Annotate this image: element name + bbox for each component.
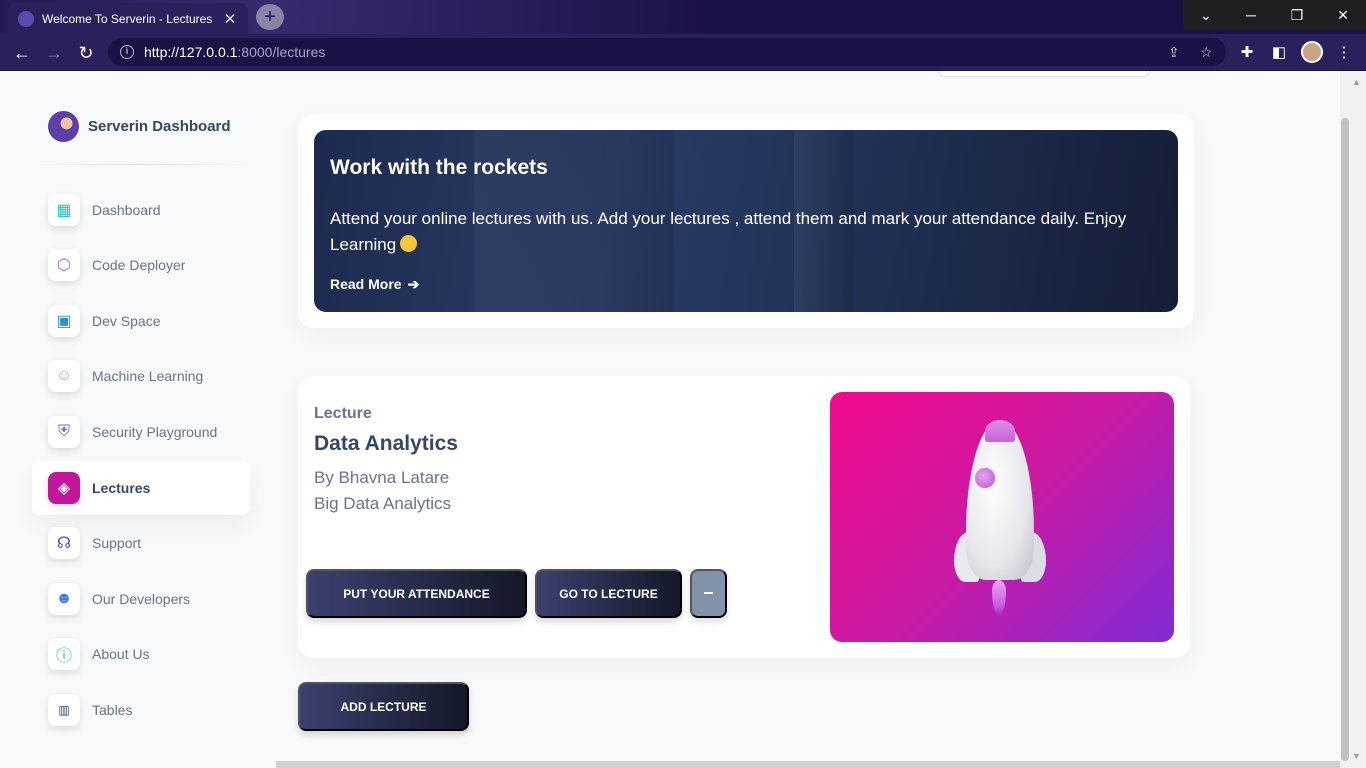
lecture-card: Lecture Data Analytics By Bhavna Latare … xyxy=(298,376,1190,658)
vertical-scrollbar-thumb[interactable] xyxy=(1341,118,1349,761)
top-element-fragment xyxy=(938,71,1150,77)
forward-icon[interactable]: → xyxy=(41,40,67,66)
developer-icon: ☻ xyxy=(48,583,80,615)
dashboard-grid-icon: ▦ xyxy=(48,194,80,226)
profile-avatar[interactable] xyxy=(1301,41,1323,63)
brand[interactable]: Serverin Dashboard xyxy=(48,111,231,142)
sidebar-item-label: Dashboard xyxy=(92,202,161,218)
sidebar-item-lectures[interactable]: ◈ Lectures xyxy=(32,461,250,515)
address-bar[interactable]: i http://127.0.0.1:8000/lectures ⇪ ☆ xyxy=(108,38,1226,66)
url-text: http://127.0.0.1:8000/lectures xyxy=(144,44,326,60)
sidebar-item-dashboard[interactable]: ▦ Dashboard xyxy=(32,183,250,237)
info-icon: ⓘ xyxy=(48,638,80,670)
site-info-icon[interactable]: i xyxy=(120,45,134,59)
reload-icon[interactable]: ↻ xyxy=(73,40,99,66)
rocket-illustration xyxy=(830,392,1174,642)
tab-title: Welcome To Serverin - Lectures xyxy=(42,11,213,26)
sidebar-item-label: Our Developers xyxy=(92,591,191,607)
lecture-kicker: Lecture xyxy=(314,405,372,422)
read-more-link[interactable]: Read More ➔ xyxy=(330,276,419,293)
close-window-icon[interactable]: ✕ xyxy=(1320,0,1366,30)
arrow-right-icon: ➔ xyxy=(407,276,420,292)
lectures-icon: ◈ xyxy=(48,472,80,504)
add-lecture-button[interactable]: ADD LECTURE xyxy=(298,682,469,731)
tab-close-icon[interactable]: ✕ xyxy=(222,10,238,28)
sidebar-item-dev-space[interactable]: ▣ Dev Space xyxy=(32,294,250,348)
lecture-author: By Bhavna Latare xyxy=(314,468,450,487)
hero-card: Work with the rockets Attend your online… xyxy=(298,114,1194,328)
sidebar-item-security-playground[interactable]: ⛨ Security Playground xyxy=(32,405,250,459)
restore-icon[interactable]: ❐ xyxy=(1274,0,1320,30)
side-panel-icon[interactable]: ◧ xyxy=(1269,43,1289,61)
page: Serverin Dashboard ▦ Dashboard ⬡ Code De… xyxy=(0,71,1340,768)
sidebar-item-label: Code Deployer xyxy=(92,257,186,273)
sidebar-item-label: Machine Learning xyxy=(92,368,204,384)
tab-search-icon[interactable]: ⌄ xyxy=(1183,0,1229,30)
bookmark-star-icon[interactable]: ☆ xyxy=(1200,44,1213,61)
sidebar-item-label: About Us xyxy=(92,646,150,662)
sidebar-item-label: Support xyxy=(92,535,142,551)
sidebar-item-about-us[interactable]: ⓘ About Us xyxy=(32,627,250,681)
browser-tab[interactable]: Welcome To Serverin - Lectures ✕ xyxy=(8,3,248,34)
minimize-icon[interactable]: ─ xyxy=(1228,0,1274,30)
headset-icon: ☊ xyxy=(48,527,80,559)
remove-lecture-button[interactable]: − xyxy=(690,569,727,618)
put-attendance-button[interactable]: PUT YOUR ATTENDANCE xyxy=(306,569,527,618)
sidebar-item-label: Security Playground xyxy=(92,424,218,440)
new-tab-button[interactable]: + xyxy=(256,4,284,30)
extensions-icon[interactable]: ✚ xyxy=(1237,43,1257,61)
machine-learning-icon: ☺ xyxy=(48,360,80,392)
sidebar-item-label: Tables xyxy=(92,702,133,718)
rocket-window xyxy=(972,465,998,491)
go-to-lecture-button[interactable]: GO TO LECTURE xyxy=(535,569,682,618)
grinning-emoji-icon xyxy=(400,235,418,252)
security-icon: ⛨ xyxy=(48,416,80,448)
sidebar: Serverin Dashboard ▦ Dashboard ⬡ Code De… xyxy=(32,71,250,768)
sidebar-item-machine-learning[interactable]: ☺ Machine Learning xyxy=(32,349,250,403)
scroll-up-arrow-icon[interactable]: ▲ xyxy=(1352,77,1361,87)
sidebar-item-label: Lectures xyxy=(92,480,151,496)
rocket-flame xyxy=(992,580,1006,616)
brand-name: Serverin Dashboard xyxy=(88,118,231,135)
browser-tabstrip: Welcome To Serverin - Lectures ✕ + ⌄ ─ ❐… xyxy=(0,0,1366,34)
scroll-down-arrow-icon[interactable]: ▼ xyxy=(1352,751,1361,761)
browser-toolbar: ← → ↻ i http://127.0.0.1:8000/lectures ⇪… xyxy=(0,34,1366,71)
back-icon[interactable]: ← xyxy=(9,40,35,66)
sidebar-item-our-developers[interactable]: ☻ Our Developers xyxy=(32,572,250,626)
hero-text: Attend your online lectures with us. Add… xyxy=(330,209,1127,254)
rocket-body xyxy=(966,420,1034,580)
lecture-subject: Big Data Analytics xyxy=(314,494,452,513)
menu-kebab-icon[interactable]: ⋮ xyxy=(1334,43,1354,61)
hero-title: Work with the rockets xyxy=(330,156,548,179)
brand-logo-icon xyxy=(48,111,79,142)
share-icon[interactable]: ⇪ xyxy=(1168,44,1180,61)
sidebar-item-label: Dev Space xyxy=(92,313,161,329)
code-deployer-icon: ⬡ xyxy=(48,249,80,281)
rocket-tip xyxy=(985,420,1015,442)
horizontal-scrollbar[interactable] xyxy=(276,761,1340,768)
sidebar-item-tables[interactable]: ▥ Tables xyxy=(32,683,250,737)
lecture-title: Data Analytics xyxy=(314,432,458,455)
sidebar-item-support[interactable]: ☊ Support xyxy=(32,516,250,570)
sidebar-divider xyxy=(32,164,250,165)
favicon-icon xyxy=(18,10,34,27)
hero-banner: Work with the rockets Attend your online… xyxy=(314,130,1178,312)
dev-space-icon: ▣ xyxy=(48,305,80,337)
sidebar-item-code-deployer[interactable]: ⬡ Code Deployer xyxy=(32,238,250,292)
tables-icon: ▥ xyxy=(48,694,80,726)
